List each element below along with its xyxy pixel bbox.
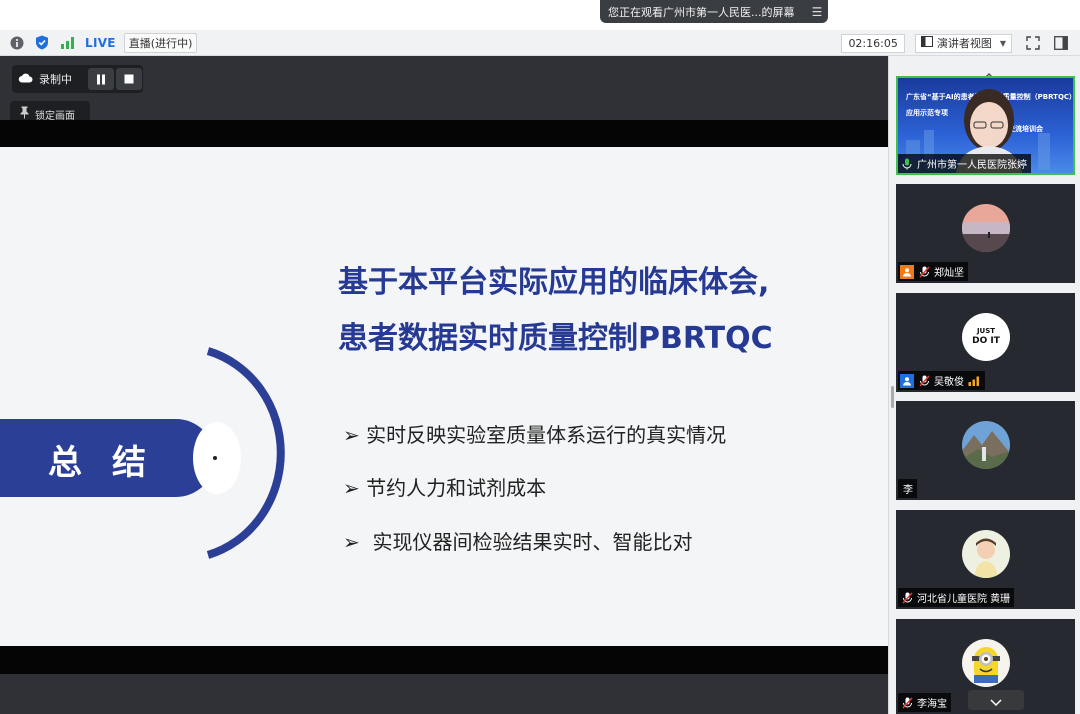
menu-icon[interactable]: ☰ xyxy=(806,5,828,19)
slide-bullet: ➢ 实时反映实验室质量体系运行的真实情况 xyxy=(343,423,727,447)
info-icon[interactable] xyxy=(9,35,25,51)
slide-title-line2: 患者数据实时质量控制PBRTQC xyxy=(338,321,773,356)
letterbox-top xyxy=(0,120,888,147)
toolbar-right: 02:16:05 演讲者视图 ▼ xyxy=(841,30,1080,56)
participant-name-bar: 李 xyxy=(898,479,917,498)
shield-icon[interactable] xyxy=(34,35,50,51)
scroll-down-button[interactable] xyxy=(968,690,1024,710)
participant-tile[interactable]: 河北省儿童医院 黄珊 xyxy=(896,510,1075,609)
participant-name: 广州市第一人民医院张婷 xyxy=(917,160,1027,171)
summary-oval xyxy=(193,422,241,494)
mic-muted-icon xyxy=(900,696,914,710)
avatar xyxy=(962,421,1010,469)
live-status[interactable]: 直播(进行中) xyxy=(123,32,198,53)
speaker-view-icon xyxy=(920,36,933,50)
user-icon xyxy=(900,264,914,279)
participant-name: 吴敬俊 xyxy=(934,377,964,388)
summary-dot xyxy=(213,456,217,460)
participant-name-bar: 郑灿坚 xyxy=(898,262,968,281)
avatar xyxy=(962,530,1010,578)
participant-name-bar: 广州市第一人民医院张婷 xyxy=(898,154,1031,173)
slide-bullet: ➢ 节约人力和试剂成本 xyxy=(343,476,547,500)
participant-tile-active[interactable]: 广东省“基于AI的患者数据实时质量控制（PBRTQC） 应用示范专项 交流培训会… xyxy=(896,76,1075,175)
avatar-text: JUST xyxy=(976,327,996,335)
meeting-window: 您正在观看广州市第一人民医...的屏幕 ☰ LIVE 直播(进行中) 02:16… xyxy=(0,0,1080,714)
participant-name-bar: 河北省儿童医院 黄珊 xyxy=(898,588,1015,607)
avatar xyxy=(962,204,1010,252)
avatar xyxy=(962,639,1010,687)
meeting-toolbar: LIVE 直播(进行中) 02:16:05 演讲者视图 ▼ xyxy=(0,30,1080,56)
participant-name: 河北省儿童医院 黄珊 xyxy=(917,594,1011,605)
microphone-icon xyxy=(900,157,914,171)
meeting-timer: 02:16:05 xyxy=(841,33,905,53)
chevron-down-icon: ▼ xyxy=(999,38,1006,48)
user-icon xyxy=(900,373,914,388)
participant-tile[interactable]: 李 xyxy=(896,401,1075,500)
participant-name: 李海宝 xyxy=(917,699,947,710)
recording-indicator: 录制中 xyxy=(12,71,86,87)
share-banner-text: 您正在观看广州市第一人民医...的屏幕 xyxy=(608,5,795,19)
participant-name-bar: 李海宝 xyxy=(898,693,951,712)
live-badge: LIVE xyxy=(85,35,116,50)
pause-recording-button[interactable] xyxy=(88,68,114,90)
view-mode-select[interactable]: 演讲者视图 ▼ xyxy=(914,33,1012,53)
recording-controls: 录制中 xyxy=(12,65,143,93)
cloud-icon xyxy=(18,73,33,86)
participant-name: 郑灿坚 xyxy=(934,268,964,279)
slide-bullet: ➢ 实现仪器间检验结果实时、智能比对 xyxy=(343,530,693,554)
slide-title-line1: 基于本平台实际应用的临床体会, xyxy=(338,265,770,300)
mic-muted-icon xyxy=(900,591,914,605)
summary-heading: 总结 xyxy=(48,443,176,483)
presentation-slide: 基于本平台实际应用的临床体会, 患者数据实时质量控制PBRTQC 总结 ➢ 实时… xyxy=(0,147,888,646)
mic-muted-icon xyxy=(917,374,931,388)
top-strip xyxy=(0,0,1080,30)
signal-icon[interactable] xyxy=(59,35,75,51)
recording-label: 录制中 xyxy=(39,73,72,86)
participant-tile[interactable]: 郑灿坚 xyxy=(896,184,1075,283)
participant-tile[interactable]: JUST DO IT 吴敬俊 xyxy=(896,293,1075,392)
stop-recording-button[interactable] xyxy=(116,68,142,90)
participant-name-bar: 吴敬俊 xyxy=(898,371,985,390)
avatar-text: DO IT xyxy=(972,336,1000,346)
sidebar-toggle-icon[interactable] xyxy=(1052,34,1070,52)
mic-muted-icon xyxy=(917,265,931,279)
fullscreen-icon[interactable] xyxy=(1024,34,1042,52)
participant-name: 李 xyxy=(903,485,913,496)
chevron-down-icon xyxy=(990,691,1002,710)
letterbox-bottom xyxy=(0,646,888,674)
view-mode-label: 演讲者视图 xyxy=(936,37,992,50)
screen-share-banner[interactable]: 您正在观看广州市第一人民医...的屏幕 ☰ xyxy=(600,0,828,23)
network-signal-icon xyxy=(967,374,981,388)
avatar: JUST DO IT xyxy=(962,313,1010,361)
panel-resize-handle[interactable] xyxy=(891,386,894,408)
shared-screen-area: 录制中 锁定画面 基于本平台实际应用的临床体会, 患者数据实时质量控制PBRTQ… xyxy=(0,56,888,714)
